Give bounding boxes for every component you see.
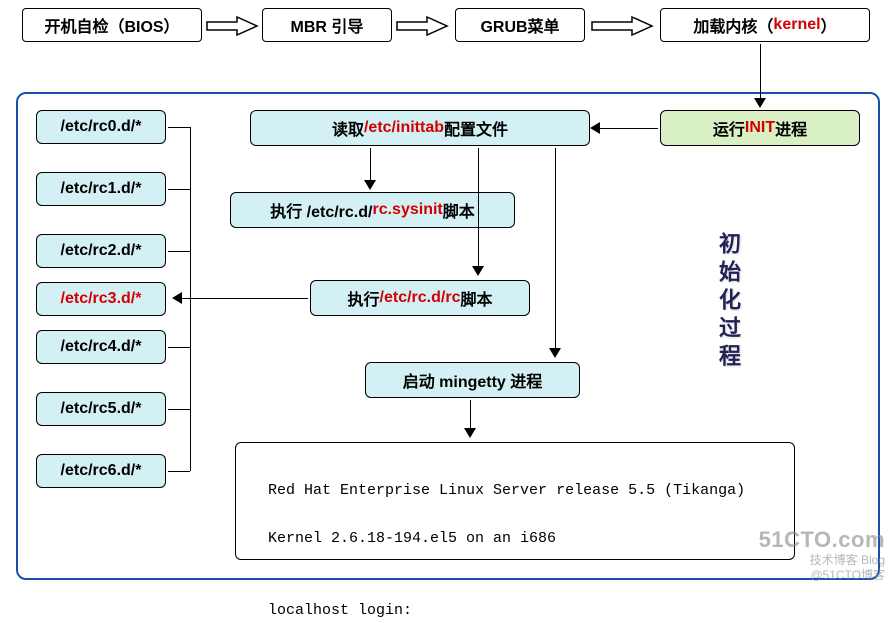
node-kernel-post: ） [821,13,837,37]
arrow-rc-rc3-head [172,292,182,304]
rc2-tick [168,251,190,252]
rc6-tick [168,471,190,472]
rc-bus [190,127,191,471]
node-sysinit-red: rc.sysinit [372,201,442,219]
node-rc3: /etc/rc3.d/* [36,282,166,316]
node-kernel-pre: 加载内核（ [693,13,773,37]
node-rc4: /etc/rc4.d/* [36,330,166,364]
arrow-inittab-sysinit [370,148,371,182]
node-rc6: /etc/rc6.d/* [36,454,166,488]
rc0-tick [168,127,190,128]
arrow-inittab-rc-head [472,266,484,276]
node-init-pre: 运行 [713,116,745,140]
node-grub: GRUB菜单 [455,8,585,42]
node-inittab-red: /etc/inittab [364,119,444,137]
rc5-tick [168,409,190,410]
node-init-red: INIT [745,119,775,137]
node-rc-post: 脚本 [460,286,492,310]
node-rc2: /etc/rc2.d/* [36,234,166,268]
arrow-inittab-sysinit-head [364,180,376,190]
node-kernel-red: kernel [773,16,820,34]
node-rc: 执行/etc/rc.d/rc脚本 [310,280,530,316]
node-rc-pre: 执行 [348,286,380,310]
arrow-grub-kernel [590,15,655,37]
arrow-mbr-grub [395,15,450,37]
arrow-mingetty-terminal [470,400,471,430]
node-rc0: /etc/rc0.d/* [36,110,166,144]
terminal-line3: localhost login: [268,602,412,619]
arrow-kernel-init-head [754,98,766,108]
arrow-kernel-init [760,44,761,100]
node-inittab-post: 配置文件 [444,116,508,140]
terminal-line2: Kernel 2.6.18-194.el5 on an i686 [268,530,556,547]
node-inittab-pre: 读取 [332,116,364,140]
node-inittab: 读取/etc/inittab配置文件 [250,110,590,146]
node-rc-red: /etc/rc.d/rc [380,289,461,307]
node-mbr: MBR 引导 [262,8,392,42]
arrow-inittab-mingetty-head [549,348,561,358]
arrow-inittab-rc [478,148,479,268]
side-label: 初始化过程 [712,232,744,372]
arrow-rc-rc3 [182,298,308,299]
node-init: 运行 INIT 进程 [660,110,860,146]
arrow-inittab-mingetty [555,148,556,350]
node-sysinit: 执行 /etc/rc.d/rc.sysinit 脚本 [230,192,515,228]
node-mingetty: 启动 mingetty 进程 [365,362,580,398]
terminal-output: Red Hat Enterprise Linux Server release … [235,442,795,560]
node-bios: 开机自检（BIOS） [22,8,202,42]
arrow-init-inittab [600,128,658,129]
node-rc3-label: /etc/rc3.d/* [61,290,142,308]
rc1-tick [168,189,190,190]
arrow-mingetty-terminal-head [464,428,476,438]
node-rc1: /etc/rc1.d/* [36,172,166,206]
terminal-line1: Red Hat Enterprise Linux Server release … [268,482,745,499]
arrow-bios-mbr [205,15,260,37]
node-sysinit-post: 脚本 [443,198,475,222]
node-sysinit-pre: 执行 /etc/rc.d/ [270,198,372,222]
rc4-tick [168,347,190,348]
node-rc5: /etc/rc5.d/* [36,392,166,426]
arrow-init-inittab-head [590,122,600,134]
node-init-post: 进程 [775,116,807,140]
node-kernel: 加载内核（kernel） [660,8,870,42]
